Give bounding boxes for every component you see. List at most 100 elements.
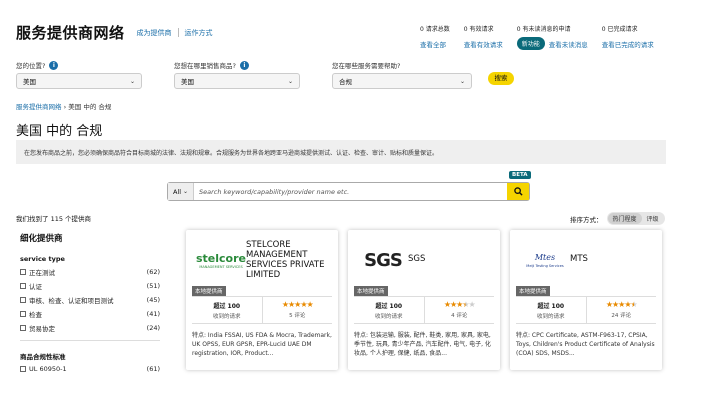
- view-active-link[interactable]: 查看有效请求: [464, 39, 503, 49]
- filter-row: 您的位置? i 美国 ⌄ 您想在哪里销售商品? i 美国 ⌄ 您在哪些服务需要帮助? 合…: [16, 60, 556, 90]
- market-label: 您想在哪里销售商品?: [174, 62, 236, 70]
- provider-stats: 超过 100 收到的请求 ★★★★★ 24 评论: [516, 296, 656, 324]
- provider-features: 特点: CPC Certificate, ASTM-F963-17, CPSIA…: [516, 332, 655, 357]
- service-select[interactable]: 合规 ⌄: [332, 73, 472, 89]
- star-icon: ★: [306, 300, 314, 309]
- provider-card[interactable]: stelcore MANAGEMENT SERVICES STELCORE MA…: [186, 230, 338, 370]
- location-filter: 您的位置? i 美国 ⌄: [16, 60, 142, 89]
- search-icon: [513, 187, 523, 196]
- view-unread-link[interactable]: 查看未读消息: [549, 39, 588, 49]
- service-type-heading: service type: [20, 255, 65, 263]
- checkbox[interactable]: [20, 311, 26, 317]
- star-rating: ★★★★★: [606, 300, 638, 309]
- stat-unread-title: 0 有未读消息的申请: [516, 26, 571, 33]
- results-count: 我们找到了 115 个提供商: [16, 215, 92, 223]
- how-it-works-link[interactable]: 运作方式: [185, 28, 213, 38]
- standards-heading: 商品合规性标准: [20, 353, 66, 361]
- page-title: 美国 中的 合规: [16, 124, 103, 139]
- provider-search-bar: All ⌄: [167, 182, 530, 201]
- info-banner: 在您发布商品之前，您必须确保商品符合目标商城的法律、法规和规章。合规服务为世界各…: [16, 140, 666, 164]
- stat-active-title: 0 有效请求: [463, 26, 494, 33]
- provider-stats: 超过 100 收到的请求 ★★★★★ 4 评论: [354, 296, 494, 324]
- chevron-down-icon: ⌄: [459, 77, 465, 85]
- local-provider-tag: 本地提供商: [516, 286, 550, 296]
- requests-count: 超过 100: [537, 302, 565, 310]
- stat-total: 0 请求总数 查看全部: [420, 24, 450, 50]
- sort-control: 排序方式： 热门程度 评级: [570, 212, 665, 225]
- header-divider: [177, 28, 179, 37]
- stat-active: 0 有效请求 查看有效请求: [464, 24, 503, 50]
- provider-name[interactable]: SGS: [408, 254, 425, 264]
- provider-logo: Mtes Meiji Testing Services: [526, 252, 564, 268]
- provider-card[interactable]: Mtes Meiji Testing Services MTS 本地提供商 超过…: [510, 230, 662, 370]
- checkbox[interactable]: [20, 366, 26, 372]
- star-rating: ★★★★★: [444, 300, 476, 309]
- star-icon: ★: [624, 300, 631, 309]
- filter-option[interactable]: 检查 (41): [20, 309, 160, 319]
- chevron-down-icon: ⌄: [129, 77, 135, 85]
- provider-card[interactable]: SGS SGS 本地提供商 超过 100 收到的请求 ★★★★★ 4 评论 特点: …: [348, 230, 500, 370]
- review-count[interactable]: 24 评论: [611, 311, 631, 319]
- chevron-down-icon: ⌄: [287, 77, 293, 85]
- checkbox[interactable]: [20, 325, 26, 331]
- star-rating: ★★★★★: [282, 300, 314, 309]
- beta-badge: BETA: [509, 171, 531, 179]
- filter-option[interactable]: UL 60950-1 (61): [20, 365, 160, 373]
- provider-features: 特点: India FSSAI, US FDA & Mocra, Tradema…: [192, 332, 332, 357]
- filter-search-button[interactable]: 搜索: [488, 72, 514, 85]
- location-select[interactable]: 美国 ⌄: [16, 73, 142, 89]
- location-label: 您的位置?: [16, 62, 46, 70]
- top-header: 服务提供商网络 成为提供商 运作方式: [16, 22, 213, 43]
- request-stats: 0 请求总数 查看全部 0 有效请求 查看有效请求 0 有未读消息的申请 新功能…: [420, 24, 668, 50]
- market-select[interactable]: 美国 ⌄: [174, 73, 300, 89]
- filter-option[interactable]: 认证 (51): [20, 281, 160, 291]
- local-provider-tag: 本地提供商: [354, 286, 388, 296]
- filter-option[interactable]: 审核、检查、认证和项目测试 (45): [20, 295, 160, 305]
- service-label: 您在哪些服务需要帮助?: [332, 62, 401, 70]
- local-provider-tag: 本地提供商: [192, 286, 226, 296]
- stat-completed: 0 已完成请求 查看已完成的请求: [602, 24, 654, 50]
- view-all-link[interactable]: 查看全部: [420, 39, 450, 49]
- provider-features: 特点: 包装运输, 服装, 配件, 鞋类, 家用, 家具, 家电, 季节性, 玩…: [354, 332, 491, 357]
- info-icon[interactable]: i: [49, 60, 59, 70]
- breadcrumb-separator: ›: [63, 103, 67, 111]
- search-scope-select[interactable]: All ⌄: [168, 183, 194, 200]
- filter-option[interactable]: 正在测试 (62): [20, 267, 160, 277]
- search-button[interactable]: [507, 183, 529, 200]
- sort-rating-option[interactable]: 评级: [642, 213, 664, 224]
- become-provider-link[interactable]: 成为提供商: [137, 28, 172, 38]
- stat-unread: 0 有未读消息的申请 新功能 查看未读消息: [516, 24, 588, 50]
- service-filter: 您在哪些服务需要帮助? 合规 ⌄: [332, 60, 472, 89]
- checkbox[interactable]: [20, 269, 26, 275]
- requests-count: 超过 100: [375, 302, 403, 310]
- search-input[interactable]: [194, 187, 507, 196]
- review-count[interactable]: 5 评论: [289, 311, 305, 319]
- chevron-down-icon: ⌄: [183, 188, 189, 195]
- breadcrumb-current: 美国 中的 合规: [68, 103, 112, 111]
- new-feature-badge: 新功能: [516, 37, 545, 50]
- provider-name[interactable]: MTS: [570, 254, 588, 264]
- provider-name[interactable]: STELCORE MANAGEMENT SERVICES PRIVATE LIM…: [246, 240, 334, 280]
- requests-count: 超过 100: [213, 302, 241, 310]
- view-completed-link[interactable]: 查看已完成的请求: [602, 39, 654, 49]
- checkbox[interactable]: [20, 297, 26, 303]
- star-icon: ★: [468, 300, 476, 309]
- sidebar-divider: [20, 340, 160, 341]
- provider-logo: SGS: [364, 249, 403, 271]
- breadcrumb: 服务提供商网络 › 美国 中的 合规: [16, 101, 111, 111]
- stat-completed-title: 0 已完成请求: [601, 26, 638, 33]
- sort-toggle: 热门程度 评级: [606, 212, 665, 225]
- star-icon: ★: [630, 300, 638, 309]
- brand-title: 服务提供商网络: [16, 24, 125, 42]
- breadcrumb-home-link[interactable]: 服务提供商网络: [16, 103, 62, 111]
- sort-popularity-option[interactable]: 热门程度: [607, 213, 642, 224]
- sort-label: 排序方式：: [570, 215, 603, 224]
- sidebar-heading: 细化提供商: [20, 234, 63, 244]
- checkbox[interactable]: [20, 283, 26, 289]
- provider-logo: stelcore MANAGEMENT SERVICES: [196, 251, 246, 269]
- info-icon[interactable]: i: [239, 60, 249, 70]
- provider-stats: 超过 100 收到的请求 ★★★★★ 5 评论: [192, 296, 332, 324]
- refine-sidebar: 细化提供商 service type 正在测试 (62) 认证 (51) 审核、检查…: [20, 232, 160, 373]
- filter-option[interactable]: 贸易协定 (24): [20, 323, 160, 333]
- review-count[interactable]: 4 评论: [451, 311, 467, 319]
